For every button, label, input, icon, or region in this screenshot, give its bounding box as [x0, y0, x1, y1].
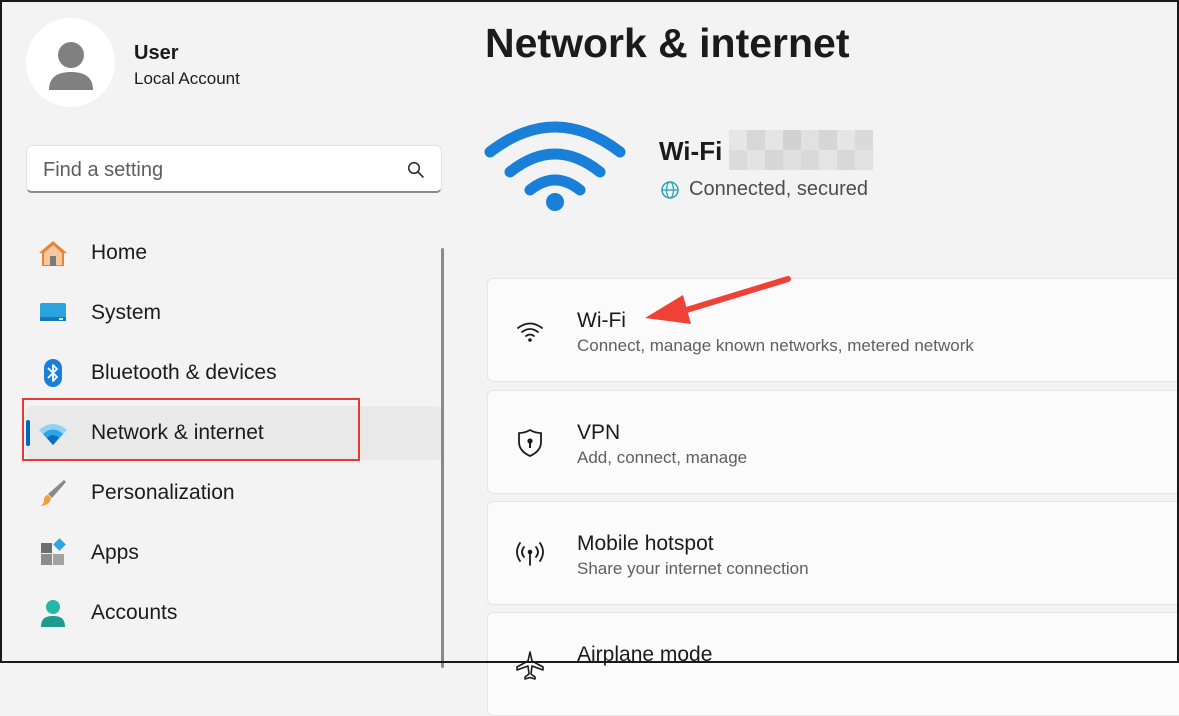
card-title: Airplane mode	[577, 643, 713, 666]
network-name-blurred	[729, 130, 873, 170]
annotation-highlight-box	[22, 398, 360, 461]
sidebar-item-label: Accounts	[91, 601, 178, 624]
card-subtitle: Add, connect, manage	[577, 448, 748, 467]
card-subtitle: Connect, manage known networks, metered …	[577, 336, 974, 355]
status-text: Connected, secured	[689, 178, 869, 200]
shield-icon	[518, 429, 542, 457]
account-type: Local Account	[134, 69, 240, 88]
mobile-hotspot-card[interactable]: Mobile hotspot Share your internet conne…	[487, 501, 1179, 605]
user-avatar-icon	[49, 42, 93, 90]
sidebar-item-label: Bluetooth & devices	[91, 361, 277, 384]
sidebar-item-apps[interactable]: Apps	[26, 526, 442, 580]
search-icon[interactable]	[407, 161, 425, 179]
wifi-status-icon	[484, 121, 626, 211]
card-title: VPN	[577, 421, 621, 444]
page-title: Network & internet	[485, 20, 850, 66]
sidebar-item-home[interactable]: Home	[26, 226, 442, 280]
sidebar-item-personalization[interactable]: Personalization	[26, 466, 442, 520]
card-title: Mobile hotspot	[577, 532, 714, 555]
sidebar-item-label: Apps	[91, 541, 139, 564]
monitor-icon	[40, 303, 66, 321]
airplane-icon	[516, 651, 544, 680]
user-name: User	[134, 42, 179, 64]
vpn-card[interactable]: VPN Add, connect, manage	[487, 390, 1179, 494]
sidebar-item-system[interactable]: System	[26, 286, 442, 340]
search-input[interactable]	[41, 155, 385, 185]
sidebar-scrollbar[interactable]	[441, 248, 444, 668]
airplane-mode-card[interactable]: Airplane mode	[487, 612, 1179, 716]
annotation-arrow-icon	[645, 276, 791, 324]
sidebar-item-accounts[interactable]: Accounts	[26, 586, 442, 640]
sidebar-item-label: System	[91, 301, 162, 324]
person-icon	[41, 600, 65, 627]
card-subtitle: Share your internet connection	[577, 559, 809, 578]
paintbrush-icon	[41, 480, 66, 506]
card-title: Wi-Fi	[577, 309, 626, 332]
sidebar-item-label: Personalization	[91, 481, 235, 504]
wifi-card[interactable]: Wi-Fi Connect, manage known networks, me…	[487, 278, 1179, 382]
sidebar-item-bluetooth[interactable]: Bluetooth & devices	[26, 346, 442, 400]
sidebar-item-label: Home	[91, 241, 148, 264]
bluetooth-icon	[44, 359, 62, 387]
avatar[interactable]	[26, 18, 115, 107]
connection-name: Wi-Fi	[659, 136, 723, 166]
hotspot-icon	[516, 542, 544, 566]
home-icon	[39, 241, 67, 266]
apps-icon	[41, 538, 66, 565]
search-box[interactable]	[26, 145, 442, 193]
globe-icon	[661, 181, 679, 199]
wifi-icon	[517, 322, 543, 342]
